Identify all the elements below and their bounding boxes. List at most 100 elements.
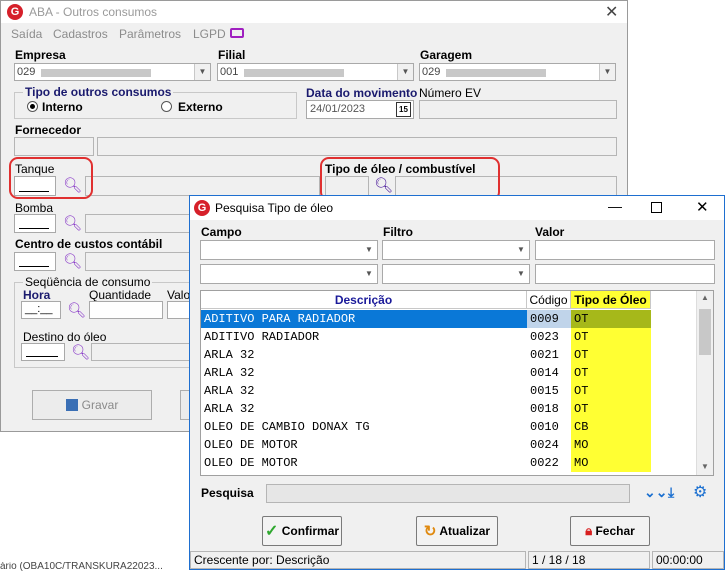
vertical-scrollbar[interactable]: ▲ ▼ [696, 291, 713, 475]
cell-descricao: OLEO DE MOTOR [204, 438, 298, 452]
chevron-down-icon[interactable]: ▼ [361, 265, 377, 283]
close-icon[interactable]: ✕ [696, 198, 709, 216]
campo-select-2[interactable]: ▼ [200, 264, 378, 284]
filtro-select-1[interactable]: ▼ [382, 240, 530, 260]
centro-custos-field[interactable] [14, 252, 56, 271]
destino-field[interactable] [21, 343, 65, 361]
quantidade-field[interactable] [89, 301, 163, 319]
monitor-icon[interactable] [230, 28, 244, 38]
tanque-desc-field [85, 176, 320, 196]
lock-icon: 🔒︎ [585, 523, 593, 538]
cell-codigo: 0024 [530, 438, 559, 452]
data-movimento-field[interactable]: 24/01/2023 15 [306, 100, 414, 119]
fornecedor-name-field[interactable] [97, 137, 617, 156]
fornecedor-label: Fornecedor [15, 123, 82, 137]
pesquisa-field[interactable] [266, 484, 630, 503]
col-tipo-header[interactable]: Tipo de Óleo [571, 291, 651, 309]
filtro-select-2[interactable]: ▼ [382, 264, 530, 284]
menu-parametros[interactable]: Parâmetros [119, 27, 181, 41]
chevron-down-icon[interactable]: ▼ [361, 241, 377, 259]
cell-codigo: 0015 [530, 384, 559, 398]
quantidade-label: Quantidade [89, 288, 152, 302]
campo-select-1[interactable]: ▼ [200, 240, 378, 260]
table-row[interactable]: OLEO DE MOTOR 0022 MO [201, 454, 651, 472]
filial-value: 001 [220, 66, 239, 78]
calendar-icon[interactable]: 15 [396, 102, 411, 117]
table-row[interactable]: ARLA 32 0021 OT [201, 346, 651, 364]
cell-codigo: 0023 [530, 330, 559, 344]
data-movimento-label: Data do movimento [306, 86, 418, 100]
chevron-down-icon[interactable]: ▼ [397, 64, 413, 80]
cell-descricao: ARLA 32 [204, 348, 255, 362]
table-row[interactable]: ADITIVO RADIADOR 0023 OT [201, 328, 651, 346]
bomba-field[interactable] [14, 214, 56, 233]
gravar-button[interactable]: Gravar [32, 390, 152, 420]
cell-codigo: 0010 [530, 420, 559, 434]
search-icon[interactable]: 🔍︎ [63, 216, 82, 231]
chevron-down-icon[interactable]: ▼ [599, 64, 615, 80]
cell-descricao: ADITIVO RADIADOR [204, 330, 320, 344]
numero-ev-field[interactable] [419, 100, 617, 119]
maximize-icon[interactable] [651, 202, 662, 213]
interno-radio[interactable] [27, 101, 38, 112]
table-row[interactable]: OLEO DE CAMBIO DONAX TG 0010 CB [201, 418, 651, 436]
cell-descricao: ADITIVO PARA RADIADOR [201, 310, 527, 328]
scroll-down-icon[interactable]: ▼ [701, 462, 709, 471]
chevron-down-icon[interactable]: ▼ [513, 241, 529, 259]
sequencia-label: Seqüência de consumo [23, 275, 153, 289]
minimize-icon[interactable]: — [608, 198, 622, 214]
cell-codigo: 0021 [530, 348, 559, 362]
confirmar-button[interactable]: ✓ Confirmar [262, 516, 342, 546]
hora-field[interactable]: __:__ [21, 301, 61, 319]
chevron-down-icon[interactable]: ▼ [194, 64, 210, 80]
col-codigo-header[interactable]: Código [527, 291, 571, 309]
cell-descricao: ARLA 32 [204, 384, 255, 398]
double-chevron-down-icon[interactable]: ⌄⌄ [644, 484, 667, 501]
search-icon[interactable]: 🔍︎ [63, 254, 82, 269]
chevron-down-icon[interactable]: ▼ [513, 265, 529, 283]
garagem-label: Garagem [420, 48, 473, 62]
cell-codigo: 0009 [527, 310, 571, 328]
menu-saida[interactable]: Saída [11, 27, 42, 41]
fechar-button[interactable]: 🔒︎ Fechar [570, 516, 650, 546]
search-icon[interactable]: 🔍︎ [67, 303, 86, 318]
fornecedor-code-field[interactable] [14, 137, 94, 156]
cell-descricao: ARLA 32 [204, 366, 255, 380]
externo-radio[interactable] [161, 101, 172, 112]
hora-label: Hora [23, 288, 51, 302]
main-title: ABA - Outros consumos [29, 5, 158, 19]
cell-codigo: 0022 [530, 456, 559, 470]
status-position: 1 / 18 / 18 [528, 551, 650, 569]
garagem-select[interactable]: 029 ▼ [419, 63, 616, 81]
table-row[interactable]: OLEO DE MOTOR 0024 MO [201, 436, 651, 454]
last-record-icon[interactable]: ⤓ [668, 484, 674, 501]
cell-tipo: OT [571, 382, 651, 400]
redacted-text [446, 69, 546, 77]
col-descricao-header[interactable]: Descrição [201, 291, 527, 309]
table-row[interactable]: ARLA 32 0015 OT [201, 382, 651, 400]
valor-input-2[interactable] [535, 264, 715, 284]
valor-label: Valor [535, 225, 565, 239]
redacted-text [244, 69, 344, 77]
dialog-title: Pesquisa Tipo de óleo [215, 201, 334, 215]
atualizar-button[interactable]: ↻ Atualizar [416, 516, 498, 546]
gear-icon[interactable]: ⚙ [693, 482, 707, 502]
fechar-label: Fechar [595, 524, 635, 538]
filial-select[interactable]: 001 ▼ [217, 63, 414, 81]
scroll-up-icon[interactable]: ▲ [701, 293, 709, 302]
centro-custos-label: Centro de custos contábil [15, 237, 163, 251]
table-row[interactable]: ARLA 32 0018 OT [201, 400, 651, 418]
close-icon[interactable]: ✕ [605, 2, 618, 22]
table-row[interactable]: ADITIVO PARA RADIADOR 0009 OT [201, 310, 651, 328]
table-row[interactable]: ARLA 32 0014 OT [201, 364, 651, 382]
filtro-label: Filtro [383, 225, 413, 239]
valor-input-1[interactable] [535, 240, 715, 260]
scroll-thumb[interactable] [699, 309, 711, 355]
background-status-text: ário (OBA10C/TRANSKURA22023... [0, 562, 163, 572]
search-icon[interactable]: 🔍︎ [71, 345, 90, 360]
bomba-label: Bomba [15, 201, 54, 215]
menu-lgpd[interactable]: LGPD [193, 27, 226, 41]
results-table: Descrição Código Tipo de Óleo ADITIVO PA… [200, 290, 714, 476]
empresa-select[interactable]: 029 ▼ [14, 63, 211, 81]
menu-cadastros[interactable]: Cadastros [53, 27, 108, 41]
